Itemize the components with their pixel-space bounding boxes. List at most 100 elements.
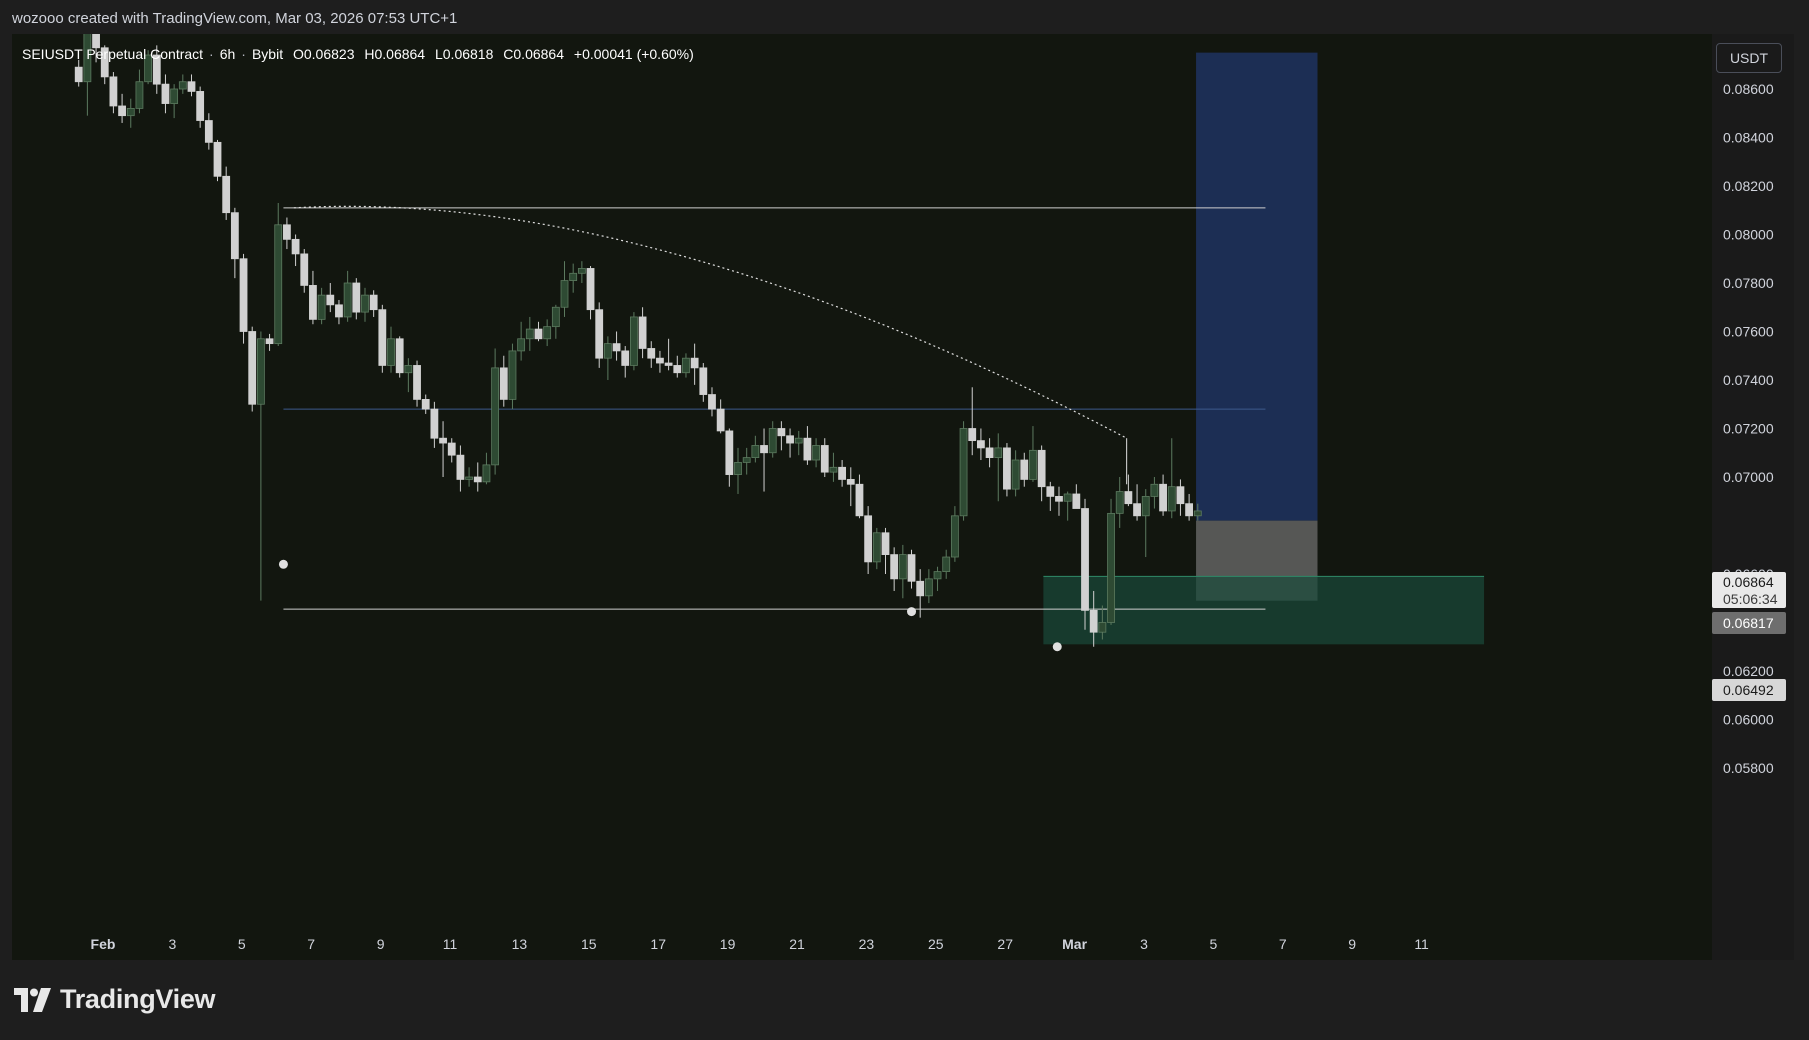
time-tick-label: 11 <box>443 936 458 952</box>
candle <box>274 202 283 347</box>
candle-body <box>1055 495 1063 502</box>
time-tick-label: 7 <box>1279 936 1287 952</box>
price-tick-label: 0.07800 <box>1723 275 1774 291</box>
target-zone <box>1196 52 1318 521</box>
candle-body <box>1107 512 1115 623</box>
candle-body <box>1089 609 1098 633</box>
candle-body <box>543 326 552 340</box>
candle-body <box>170 88 179 104</box>
candle-body <box>161 83 170 104</box>
candle-body <box>716 408 725 432</box>
candle-body <box>326 294 335 306</box>
legend-change: +0.00041 (+0.60%) <box>573 46 694 62</box>
candle-body <box>335 304 343 318</box>
price-tick-label: 0.07200 <box>1723 421 1774 437</box>
candle <box>595 302 604 368</box>
candle-body <box>872 532 881 563</box>
time-tick-label: 3 <box>1140 936 1148 952</box>
candle-body <box>1003 447 1011 490</box>
price-tick-label: 0.08400 <box>1723 130 1774 146</box>
candle-body <box>1167 486 1176 512</box>
price-tick-label: 0.06200 <box>1723 663 1774 679</box>
candle-body <box>829 466 838 473</box>
candle-body <box>1141 495 1150 517</box>
candle-body <box>109 76 118 107</box>
candle-body <box>239 258 248 332</box>
candle-body <box>413 365 421 400</box>
time-tick-label: 19 <box>720 936 736 952</box>
candle <box>508 343 517 410</box>
candle-body <box>595 309 604 359</box>
legend-close: C0.06864 <box>503 46 564 62</box>
candle-body <box>1063 493 1072 502</box>
legend-interval[interactable]: 6h <box>220 46 236 62</box>
candle-body <box>352 282 361 313</box>
price-tick-label: 0.08600 <box>1723 81 1774 97</box>
price-tick-label: 0.08200 <box>1723 178 1774 194</box>
time-tick-label: 11 <box>1414 936 1429 952</box>
price-label-2: 0.06817 <box>1723 615 1774 631</box>
candle-body <box>603 343 612 359</box>
candle-body <box>734 462 742 475</box>
candle-body <box>300 253 309 286</box>
candle-body <box>213 141 222 177</box>
tradingview-brand[interactable]: TradingView <box>14 984 216 1015</box>
candle-body <box>309 285 317 320</box>
candle-body <box>439 437 447 444</box>
candle-body <box>664 362 673 366</box>
price-label-3: 0.06492 <box>1723 682 1774 698</box>
candle-body <box>387 338 395 366</box>
candle-body <box>1011 459 1020 490</box>
candle-body <box>612 343 621 352</box>
candle-body <box>656 357 664 364</box>
price-tick-label: 0.05800 <box>1723 760 1774 776</box>
legend-symbol[interactable]: SEIUSDT Perpetual Contract <box>22 46 203 62</box>
candle-body <box>430 408 439 439</box>
candle-body <box>256 338 265 405</box>
candle-body <box>985 447 994 458</box>
price-axis-background <box>1712 34 1794 960</box>
candle-body <box>916 580 925 597</box>
time-tick-label: 17 <box>650 936 666 952</box>
candle-body <box>569 272 578 281</box>
candle-body <box>1193 510 1202 517</box>
candle-body <box>283 224 291 240</box>
countdown-label: 05:06:34 <box>1723 591 1778 607</box>
candle-body <box>881 532 890 555</box>
time-tick-label: 25 <box>928 936 944 952</box>
candle-body <box>777 428 786 437</box>
candle-body <box>794 437 803 444</box>
candle-body <box>456 454 465 480</box>
candle-body <box>135 81 144 109</box>
candle-body <box>933 571 942 580</box>
current-price-label: 0.06864 <box>1723 574 1774 590</box>
price-chart[interactable]: 0.08600 0.08400 0.08200 0.08000 0.07800 0.076… <box>12 34 1794 960</box>
candle-body <box>725 430 734 475</box>
candle-body <box>361 294 369 313</box>
candle-body <box>673 365 682 374</box>
legend-open: O0.06823 <box>292 46 355 62</box>
time-tick-label: 9 <box>1348 936 1356 952</box>
candle-body <box>369 294 378 311</box>
price-tick-label: 0.06000 <box>1723 712 1774 728</box>
candle-body <box>473 476 482 483</box>
candle-body <box>508 350 517 400</box>
symbol-legend[interactable]: SEIUSDT Perpetual Contract · 6h · Bybit O0.0… <box>22 46 700 62</box>
candle-body <box>647 348 656 359</box>
price-axis: 0.08600 0.08400 0.08200 0.08000 0.07800 0.076… <box>1723 81 1774 776</box>
time-tick-label: 15 <box>581 936 597 952</box>
candle-body <box>942 556 951 572</box>
chart-credit: wozooo created with TradingView.com, Mar… <box>12 10 458 27</box>
time-tick-label: 27 <box>997 936 1013 952</box>
candle-body <box>447 442 456 456</box>
candle-body <box>907 554 916 582</box>
candle-body <box>682 357 690 374</box>
candle-body <box>1098 622 1107 633</box>
candle-body <box>265 338 274 345</box>
pivot-marker <box>278 559 288 569</box>
candle-body <box>577 268 586 274</box>
time-tick-label: 3 <box>169 936 177 952</box>
candle-body <box>187 81 196 92</box>
currency-unit-button[interactable]: USDT <box>1716 43 1782 73</box>
candle-body <box>621 350 630 366</box>
